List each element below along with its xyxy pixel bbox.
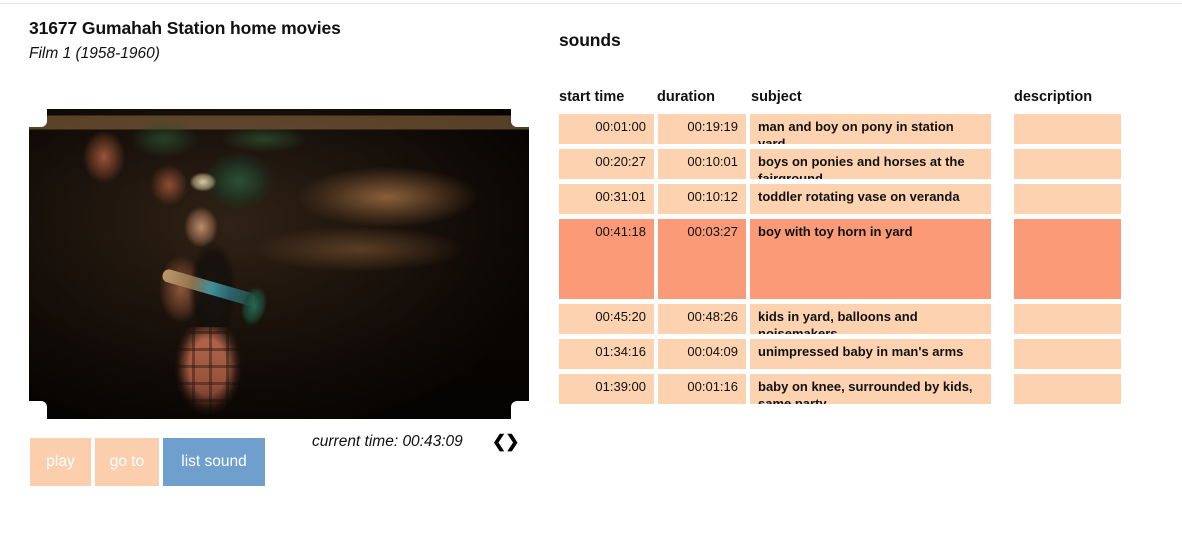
- cell-duration[interactable]: 00:19:19: [658, 114, 746, 144]
- cell-subject[interactable]: man and boy on pony in station yard: [750, 114, 991, 144]
- table-row[interactable]: 00:20:27 00:10:01 boys on ponies and horse…: [559, 149, 1121, 179]
- next-arrow-icon[interactable]: ❯: [505, 432, 519, 451]
- list-sound-button[interactable]: list sound: [163, 438, 265, 486]
- cell-duration[interactable]: 00:01:16: [658, 374, 746, 404]
- cell-duration[interactable]: 00:10:12: [658, 184, 746, 214]
- film-perforation-bottom-left-icon: [29, 401, 47, 419]
- cell-description[interactable]: [1014, 304, 1121, 334]
- page-top-divider: [0, 3, 1182, 4]
- film-perforation-bottom-right-icon: [511, 401, 529, 419]
- cell-description[interactable]: [1014, 149, 1121, 179]
- film-perforation-top-right-icon: [511, 109, 529, 127]
- cell-subject[interactable]: kids in yard, balloons and noisemakers: [750, 304, 991, 334]
- cell-start-time[interactable]: 00:31:01: [559, 184, 654, 214]
- sounds-table: start time duration subject description …: [559, 89, 1121, 404]
- sounds-table-body: 00:01:00 00:19:19 man and boy on pony in s…: [559, 114, 1121, 404]
- cell-subject[interactable]: boys on ponies and horses at the fairgro…: [750, 149, 991, 179]
- cell-description[interactable]: [1014, 184, 1121, 214]
- player-controls: play go to list sound: [30, 438, 265, 486]
- table-row[interactable]: 00:31:01 00:10:12 toddler rotating vase on…: [559, 184, 1121, 214]
- sounds-panel: sounds start time duration subject descr…: [559, 30, 1139, 409]
- time-step-arrows[interactable]: ❮❯: [492, 432, 520, 452]
- cell-duration[interactable]: 00:03:27: [658, 219, 746, 299]
- cell-subject[interactable]: boy with toy horn in yard: [750, 219, 991, 299]
- video-player[interactable]: [29, 109, 529, 419]
- sounds-heading: sounds: [559, 30, 621, 50]
- play-button[interactable]: play: [30, 438, 91, 486]
- cell-duration[interactable]: 00:48:26: [658, 304, 746, 334]
- previous-arrow-icon[interactable]: ❮: [492, 432, 506, 451]
- table-row[interactable]: 00:01:00 00:19:19 man and boy on pony in s…: [559, 114, 1121, 144]
- page-title: 31677 Gumahah Station home movies: [29, 18, 341, 38]
- sounds-table-header: start time duration subject description: [559, 89, 1121, 111]
- column-header-duration: duration: [657, 89, 715, 105]
- table-row[interactable]: 01:34:16 00:04:09 unimpressed baby in man'…: [559, 339, 1121, 369]
- cell-description[interactable]: [1014, 374, 1121, 404]
- table-row[interactable]: 00:41:18 00:03:27 boy with toy horn in yar…: [559, 219, 1121, 299]
- cell-description[interactable]: [1014, 339, 1121, 369]
- cell-duration[interactable]: 00:04:09: [658, 339, 746, 369]
- cell-start-time[interactable]: 01:39:00: [559, 374, 654, 404]
- column-header-start-time: start time: [559, 89, 625, 105]
- go-to-button[interactable]: go to: [95, 438, 159, 486]
- film-subject-trousers: [175, 327, 241, 419]
- cell-subject[interactable]: toddler rotating vase on veranda: [750, 184, 991, 214]
- cell-start-time[interactable]: 00:45:20: [559, 304, 654, 334]
- cell-subject[interactable]: unimpressed baby in man's arms: [750, 339, 991, 369]
- column-header-description: description: [1014, 89, 1093, 105]
- film-perforation-top-left-icon: [29, 109, 47, 127]
- cell-duration[interactable]: 00:10:01: [658, 149, 746, 179]
- table-row[interactable]: 00:45:20 00:48:26 kids in yard, balloons a…: [559, 304, 1121, 334]
- cell-start-time[interactable]: 00:01:00: [559, 114, 654, 144]
- cell-description[interactable]: [1014, 219, 1121, 299]
- film-subtitle: Film 1 (1958-1960): [29, 44, 160, 62]
- film-frame[interactable]: [29, 109, 529, 419]
- film-frame-image: [29, 109, 529, 419]
- cell-start-time[interactable]: 00:20:27: [559, 149, 654, 179]
- film-info-panel: 31677 Gumahah Station home movies Film 1…: [29, 18, 529, 63]
- table-row[interactable]: 01:39:00 00:01:16 baby on knee, surrounded…: [559, 374, 1121, 404]
- cell-description[interactable]: [1014, 114, 1121, 144]
- cell-start-time[interactable]: 01:34:16: [559, 339, 654, 369]
- cell-start-time[interactable]: 00:41:18: [559, 219, 654, 299]
- cell-subject[interactable]: baby on knee, surrounded by kids, same p…: [750, 374, 991, 404]
- current-time-readout: current time: 00:43:09: [312, 433, 463, 450]
- column-header-subject: subject: [751, 89, 802, 105]
